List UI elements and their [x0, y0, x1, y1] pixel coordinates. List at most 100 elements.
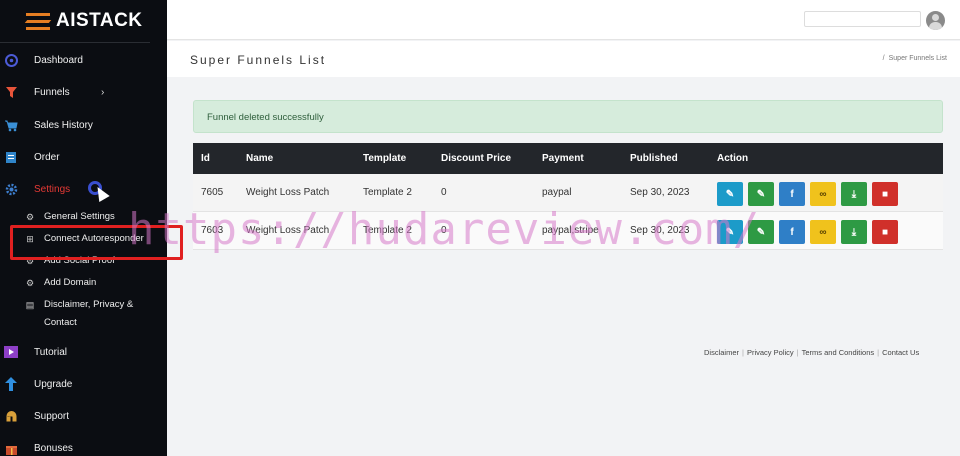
facebook-share-button[interactable]: f [779, 182, 805, 206]
page-title: Super Funnels List [190, 53, 327, 67]
sidebar-item-settings[interactable]: Settings [0, 178, 167, 200]
link-icon: ∞ [819, 226, 827, 238]
edit-icon: ✎ [725, 188, 735, 200]
trash-icon: ■ [881, 188, 889, 200]
logo-text: AISTACK [56, 10, 143, 31]
logo-mark-icon [24, 11, 52, 31]
cell-published: Sep 30, 2023 [630, 225, 690, 236]
chevron-right-icon: › [101, 86, 105, 98]
sidebar-sub-add-domain[interactable]: ⚙ Add Domain [0, 274, 167, 292]
breadcrumb[interactable]: / Super Funnels List [883, 55, 947, 62]
sidebar-sub-disclaimer[interactable]: ▤ Disclaimer, Privacy & Contact [0, 296, 167, 332]
sidebar-item-label: Upgrade [34, 378, 73, 390]
cell-discount: 0 [441, 225, 447, 236]
edit-icon: ✎ [725, 226, 735, 238]
cell-name: Weight Loss Patch [246, 187, 330, 198]
col-header-payment: Payment [542, 153, 584, 164]
download-button[interactable]: ⤓ [841, 220, 867, 244]
sidebar-item-order[interactable]: Order [0, 146, 167, 168]
page-header: Super Funnels List / Super Funnels List [167, 41, 960, 77]
gift-icon [4, 441, 18, 455]
table-row: 7605 Weight Loss Patch Template 2 0 payp… [193, 174, 943, 212]
sidebar-divider [0, 42, 150, 43]
gear-icon [4, 182, 18, 196]
topbar [167, 0, 960, 40]
sidebar-item-support[interactable]: Support [0, 405, 167, 427]
edit-page-button[interactable]: ✎ [748, 182, 774, 206]
gears-icon: ⚙ [25, 277, 35, 288]
col-header-action: Action [717, 153, 749, 164]
footer-link-disclaimer[interactable]: Disclaimer [704, 348, 739, 357]
sidebar-item-label: Funnels [34, 86, 70, 98]
sidebar-item-label: Dashboard [34, 54, 83, 66]
support-icon [4, 409, 18, 423]
col-header-discount-price: Discount Price [441, 153, 512, 164]
copy-link-button[interactable]: ∞ [810, 182, 836, 206]
sidebar-item-dashboard[interactable]: Dashboard [0, 49, 167, 71]
facebook-share-button[interactable]: f [779, 220, 805, 244]
download-icon: ⤓ [851, 188, 857, 200]
cell-name: Weight Loss Patch [246, 225, 330, 236]
search-input[interactable] [804, 11, 921, 27]
sidebar-sub-label: General Settings [44, 211, 115, 222]
upgrade-arrow-icon [4, 377, 18, 391]
cell-id: 7605 [201, 187, 224, 198]
sidebar-item-bonuses[interactable]: Bonuses [0, 437, 167, 456]
sidebar-item-sales-history[interactable]: Sales History [0, 114, 167, 136]
sidebar-item-tutorial[interactable]: Tutorial [0, 341, 167, 363]
link-icon: ∞ [819, 188, 827, 200]
footer-link-terms[interactable]: Terms and Conditions [802, 348, 875, 357]
cell-published: Sep 30, 2023 [630, 187, 690, 198]
edit-button[interactable]: ✎ [717, 220, 743, 244]
cell-discount: 0 [441, 187, 447, 198]
table-header: Id Name Template Discount Price Payment … [193, 143, 943, 174]
facebook-icon: f [790, 188, 794, 200]
edit-page-button[interactable]: ✎ [748, 220, 774, 244]
sidebar-item-upgrade[interactable]: Upgrade [0, 373, 167, 395]
trash-icon: ■ [881, 226, 889, 238]
col-header-id: Id [201, 153, 210, 164]
breadcrumb-current: Super Funnels List [888, 55, 947, 62]
brand-logo[interactable]: AISTACK [24, 10, 143, 32]
delete-button[interactable]: ■ [872, 182, 898, 206]
sidebar-item-label: Sales History [34, 119, 93, 131]
footer-link-contact[interactable]: Contact Us [882, 348, 919, 357]
cell-payment: paypal,stripe [542, 225, 599, 236]
delete-button[interactable]: ■ [872, 220, 898, 244]
document-icon: ▤ [25, 299, 35, 310]
cell-payment: paypal [542, 187, 572, 198]
download-icon: ⤓ [851, 226, 857, 238]
sidebar-sub-general-settings[interactable]: ⚙ General Settings [0, 208, 167, 226]
cart-icon [4, 118, 18, 132]
copy-link-button[interactable]: ∞ [810, 220, 836, 244]
success-alert: Funnel deleted successfully [193, 100, 943, 133]
alert-message: Funnel deleted successfully [207, 112, 324, 123]
edit-button[interactable]: ✎ [717, 182, 743, 206]
cell-template: Template 2 [363, 225, 412, 236]
gears-icon: ⚙ [25, 211, 35, 222]
pencil-square-icon: ✎ [756, 226, 766, 238]
facebook-icon: f [790, 226, 794, 238]
footer-links: Disclaimer | Privacy Policy | Terms and Cond… [704, 348, 919, 357]
pencil-square-icon: ✎ [756, 188, 766, 200]
avatar[interactable] [926, 11, 945, 30]
highlight-box [10, 225, 183, 260]
sidebar-sub-label: Disclaimer, Privacy & [44, 299, 134, 310]
cell-template: Template 2 [363, 187, 412, 198]
video-icon [4, 345, 18, 359]
sidebar-sub-label: Add Domain [44, 277, 97, 288]
row-actions: ✎ ✎ f ∞ ⤓ ■ [717, 220, 898, 244]
sidebar-item-funnels[interactable]: Funnels › [0, 81, 167, 103]
sidebar-sub-label-line2: Contact [44, 317, 77, 328]
col-header-name: Name [246, 153, 274, 164]
order-icon [4, 150, 18, 164]
funnels-table: Id Name Template Discount Price Payment … [193, 143, 943, 250]
footer-link-privacy[interactable]: Privacy Policy [747, 348, 794, 357]
cell-id: 7603 [201, 225, 224, 236]
download-button[interactable]: ⤓ [841, 182, 867, 206]
row-actions: ✎ ✎ f ∞ ⤓ ■ [717, 182, 898, 206]
breadcrumb-separator: / [882, 55, 885, 62]
table-row: 7603 Weight Loss Patch Template 2 0 payp… [193, 212, 943, 250]
col-header-published: Published [630, 153, 678, 164]
col-header-template: Template [363, 153, 407, 164]
